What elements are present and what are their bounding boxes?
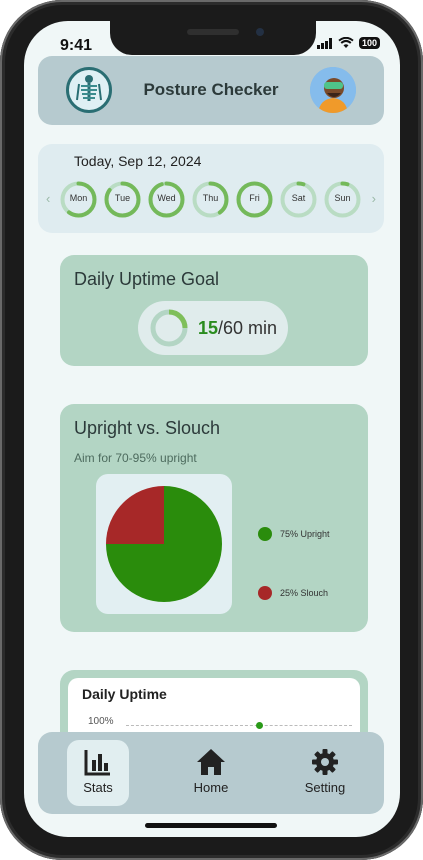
bottom-nav: Stats Home Setting (38, 732, 384, 814)
notch (110, 21, 316, 55)
signal-icon (316, 37, 332, 49)
nav-stats-label: Stats (83, 780, 113, 795)
phone-frame: 9:41 100 Posture Checker Today, Sep 12, … (0, 0, 423, 860)
day-list: Mon Tue Wed Thu Fri Sat Sun (60, 181, 361, 218)
legend-upright-label: 75% Upright (280, 529, 330, 539)
day-label: Tue (114, 193, 131, 203)
current-date: Today, Sep 12, 2024 (74, 153, 202, 169)
day-label: Thu (202, 193, 219, 203)
goal-text: 15/60 min (198, 318, 277, 339)
pie-chart (106, 486, 222, 602)
speaker (187, 29, 239, 35)
posture-title: Upright vs. Slouch (74, 418, 221, 438)
day-fri[interactable]: Fri (236, 181, 273, 218)
day-sat[interactable]: Sat (280, 181, 317, 218)
legend-slouch-label: 25% Slouch (280, 588, 329, 598)
battery-indicator: 100 (358, 37, 380, 49)
legend-upright: 75% Upright (258, 527, 330, 541)
day-label: Mon (69, 193, 88, 203)
posture-card: Upright vs. Slouch Aim for 70-95% uprigh… (60, 404, 368, 632)
wifi-icon (338, 37, 354, 48)
app-screen: 9:41 100 Posture Checker Today, Sep 12, … (24, 21, 400, 837)
day-label: Fri (249, 193, 260, 203)
posture-subtitle: Aim for 70-95% upright (74, 451, 197, 465)
app-header: Posture Checker (38, 56, 384, 125)
nav-home-label: Home (193, 780, 229, 795)
avatar[interactable] (310, 67, 356, 113)
legend-upright-dot (258, 527, 272, 541)
goal-value: 15 (198, 318, 219, 338)
day-mon[interactable]: Mon (60, 181, 97, 218)
pie-slice-slouch (106, 486, 164, 544)
nav-setting-label: Setting (304, 780, 346, 795)
day-sun[interactable]: Sun (324, 181, 361, 218)
bar-chart-icon (84, 750, 110, 776)
legend-slouch-dot (258, 586, 272, 600)
day-wed[interactable]: Wed (148, 181, 185, 218)
status-time: 9:41 (60, 37, 93, 54)
home-icon (197, 749, 225, 775)
goal-progress-ring (150, 309, 188, 347)
week-selector: Today, Sep 12, 2024 ‹ › Mon Tue Wed Thu Fri S… (38, 144, 384, 233)
legend-slouch: 25% Slouch (258, 586, 328, 600)
day-tue[interactable]: Tue (104, 181, 141, 218)
gear-icon (312, 749, 338, 775)
uptime-title: Daily Uptime (82, 686, 167, 702)
status-icons: 100 (316, 37, 380, 49)
uptime-axis-label: 100% (88, 716, 114, 727)
nav-home[interactable]: Home (180, 740, 242, 806)
prev-week-button[interactable]: ‹ (46, 191, 50, 206)
home-indicator (145, 823, 277, 828)
uptime-gridline (126, 725, 352, 726)
day-label: Sun (334, 193, 351, 203)
pie-container (96, 474, 232, 614)
nav-stats[interactable]: Stats (67, 740, 129, 806)
goal-target: /60 min (218, 318, 278, 338)
day-thu[interactable]: Thu (192, 181, 229, 218)
day-label: Sat (291, 193, 306, 203)
nav-setting[interactable]: Setting (294, 740, 356, 806)
day-label: Wed (157, 193, 176, 203)
next-week-button[interactable]: › (372, 191, 376, 206)
goal-pill: 15/60 min (138, 301, 288, 355)
daily-goal-card: Daily Uptime Goal 15/60 min (60, 255, 368, 366)
goal-title: Daily Uptime Goal (74, 269, 220, 289)
camera (256, 28, 264, 36)
uptime-point (256, 722, 263, 729)
